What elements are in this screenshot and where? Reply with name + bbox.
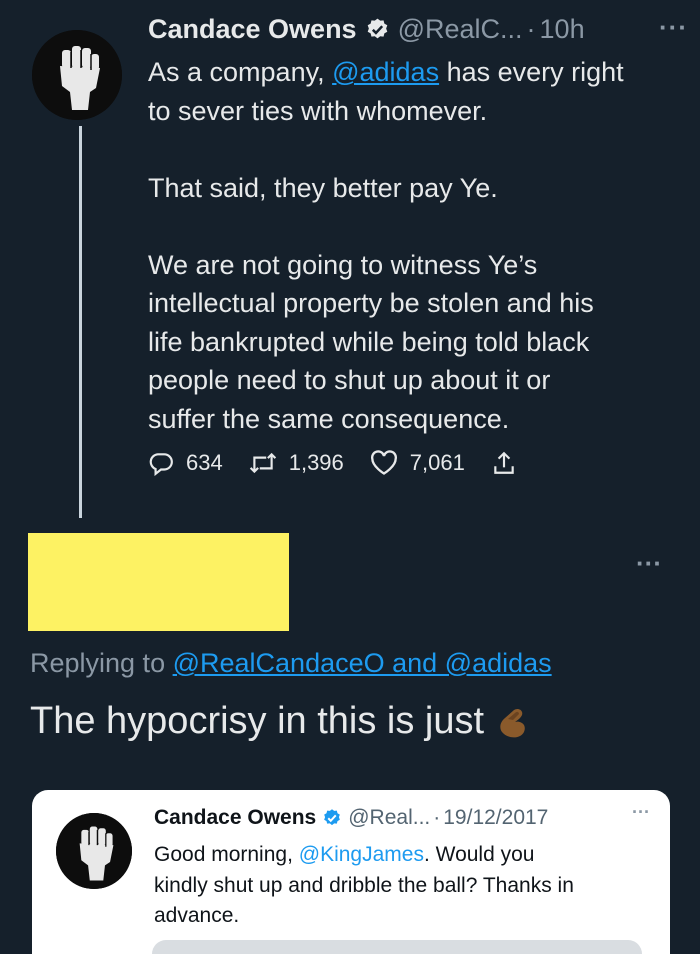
thread-line: [79, 126, 82, 518]
redaction-box: [28, 533, 289, 631]
more-options-icon[interactable]: ···: [632, 802, 650, 823]
replying-to-link[interactable]: @RealCandaceO and @adidas: [173, 648, 552, 678]
replying-to: Replying to @RealCandaceO and @adidas: [30, 648, 552, 679]
more-options-icon[interactable]: ···: [659, 12, 688, 43]
quoted-author-handle[interactable]: @Real...: [348, 806, 430, 830]
tweet-line: We are not going to witness Ye’s: [148, 249, 538, 280]
quoted-tweet-line: Good morning, @KingJames. Would you: [154, 840, 644, 871]
reply-body: The hypocrisy in this is just: [30, 700, 534, 743]
mention-adidas[interactable]: @adidas: [332, 57, 439, 87]
replying-prefix: Replying to: [30, 648, 173, 678]
quoted-tweet-line: kindly shut up and dribble the ball? Tha…: [154, 873, 574, 897]
tweet-line: As a company, @adidas has every right: [148, 53, 688, 92]
like-count: 7,061: [409, 450, 465, 475]
share-icon: [494, 451, 514, 474]
verified-badge-icon: [367, 18, 387, 39]
reply-button[interactable]: 634: [148, 450, 223, 476]
fist-avatar-icon: [56, 813, 132, 889]
share-button[interactable]: [491, 450, 529, 476]
like-button[interactable]: 7,061: [370, 450, 465, 476]
tweet-line: That said, they better pay Ye.: [148, 172, 498, 203]
tweet-text-segment: As a company,: [148, 57, 333, 87]
quoted-author-name[interactable]: Candace Owens: [154, 806, 316, 830]
retweet-button[interactable]: 1,396: [249, 450, 344, 476]
fist-avatar-icon: [32, 30, 122, 120]
tweet-actions: 634 1,396 7,061: [148, 450, 598, 476]
author-avatar[interactable]: [32, 30, 122, 120]
tweet-line: suffer the same consequence.: [148, 403, 510, 434]
quoted-author-avatar[interactable]: [56, 813, 132, 889]
tweet-line: intellectual property be stolen and his: [148, 288, 594, 318]
header-separator: ·: [526, 14, 536, 44]
pinching-hand-emoji-icon: [500, 708, 525, 737]
quoted-tweet-body: Good morning, @KingJames. Would you kind…: [154, 840, 644, 932]
quoted-tweet-date[interactable]: 19/12/2017: [443, 806, 548, 830]
quoted-tweet-media[interactable]: [152, 940, 642, 954]
more-options-icon[interactable]: ···: [636, 548, 662, 579]
tweet-line: life bankrupted while being told black: [148, 326, 590, 357]
quoted-tweet-header: Candace Owens @Real... · 19/12/2017 ···: [154, 802, 654, 830]
author-name[interactable]: Candace Owens: [148, 14, 357, 45]
tweet-text-segment: has every right: [439, 57, 624, 87]
tweet-line: to sever ties with whomever.: [148, 95, 488, 126]
reply-text: The hypocrisy in this is just: [30, 700, 485, 742]
quoted-text-segment: Good morning,: [154, 843, 299, 866]
like-icon: [370, 450, 397, 475]
reply-icon: [149, 453, 173, 476]
tweet-header: Candace Owens @RealC... · 10h ···: [148, 12, 688, 45]
mention-kingjames[interactable]: @KingJames: [299, 843, 424, 866]
tweet-body: As a company, @adidas has every right to…: [148, 53, 688, 438]
quoted-tweet-line: advance.: [154, 904, 240, 927]
verified-badge-icon: [324, 809, 341, 826]
tweet-timestamp[interactable]: 10h: [540, 14, 585, 45]
retweet-count: 1,396: [288, 450, 344, 475]
retweet-icon: [249, 452, 276, 474]
tweet-line: people need to shut up about it or: [148, 365, 551, 395]
reply-count: 634: [186, 450, 223, 475]
quoted-text-segment: . Would you: [423, 843, 535, 866]
author-handle[interactable]: @RealC...: [398, 14, 523, 45]
header-separator: ·: [433, 806, 441, 829]
quoted-tweet-card[interactable]: Candace Owens @Real... · 19/12/2017 ··· …: [32, 790, 670, 954]
